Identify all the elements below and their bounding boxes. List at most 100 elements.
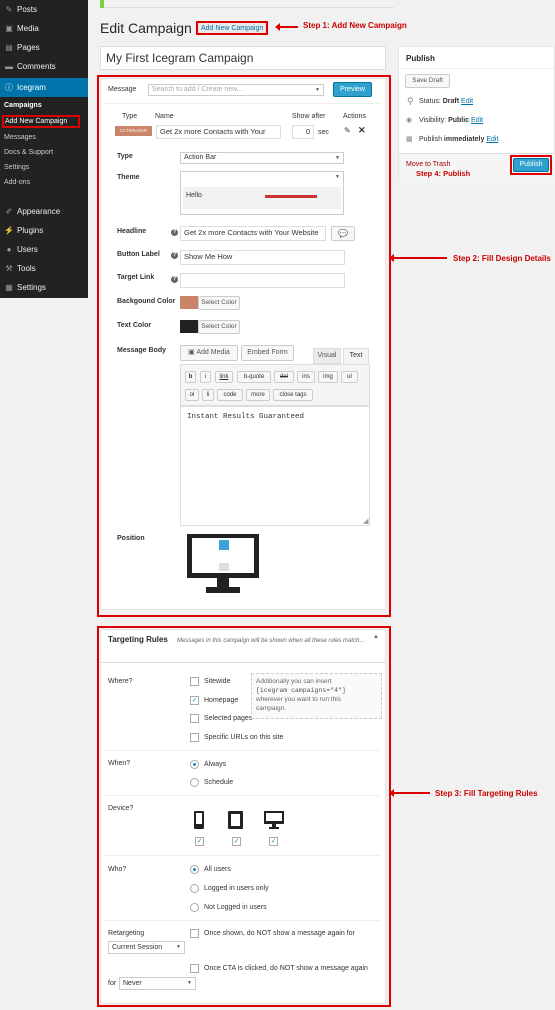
device-label: Device? [108,805,134,812]
resize-handle-icon[interactable]: ◢ [363,517,368,525]
all-users-label: All users [204,866,231,873]
qt-bold-button[interactable]: b [185,371,196,383]
all-users-radio[interactable] [190,865,199,874]
edit-visibility-link[interactable]: Edit [471,117,483,124]
sidebar-item-media[interactable]: ▣ Media [0,19,88,38]
qt-italic-button[interactable]: i [200,371,211,383]
sliders-icon: ▦ [5,283,13,292]
text-color-swatch[interactable] [180,320,198,333]
close-icon[interactable]: ✕ [358,125,366,136]
submenu-settings[interactable]: Settings [4,164,29,171]
edit-icon[interactable]: ✎ [344,126,351,135]
always-radio[interactable] [190,760,199,769]
bg-color-swatch[interactable] [180,296,198,309]
publish-button[interactable]: Publish [513,158,549,172]
schedule-radio[interactable] [190,778,199,787]
message-search-input[interactable]: Search to add / Create new... ▼ [148,84,324,96]
chevron-down-icon: ▼ [176,944,181,950]
tablet-checkbox[interactable]: ✓ [232,837,241,846]
sidebar-item-appearance[interactable]: ✐ Appearance [0,202,88,221]
position-top-center[interactable] [219,540,229,550]
sidebar-item-label: Media [17,24,39,33]
position-monitor-icon[interactable] [186,533,260,595]
qt-img-button[interactable]: img [318,371,338,383]
divider [104,103,380,104]
step3-arrow [389,789,430,797]
submenu-campaigns[interactable]: Campaigns [4,102,42,109]
type-select[interactable]: Action Bar ▼ [180,152,344,164]
bg-select-color-button[interactable]: Select Color [198,296,240,310]
sidebar-item-plugins[interactable]: ⚡ Plugins [0,221,88,240]
edit-status-link[interactable]: Edit [461,98,473,105]
qt-li-button[interactable]: li [202,389,214,401]
homepage-checkbox[interactable]: ✓ [190,696,199,705]
mobile-checkbox[interactable]: ✓ [195,837,204,846]
submenu-docs-support[interactable]: Docs & Support [4,149,53,156]
button-label-input[interactable]: Show Me How [180,250,345,265]
retarget-session-select[interactable]: Current Session ▼ [108,941,185,954]
sidebar-item-tools[interactable]: ⚒ Tools [0,259,88,278]
edit-publish-time-link[interactable]: Edit [486,136,498,143]
position-bottom-center[interactable] [219,563,229,571]
sidebar-item-label: Icegram [17,83,46,92]
campaign-title-input[interactable]: My First Icegram Campaign [100,46,386,70]
move-to-trash-link[interactable]: Move to Trash [406,161,450,168]
headline-input[interactable]: Get 2x more Contacts with Your Website [180,226,326,241]
add-new-campaign-button[interactable]: Add New Campaign [196,21,269,35]
shortcode-note: Additionally you can insert [icegram cam… [251,673,382,719]
qt-link-button[interactable]: link [215,371,233,383]
sidebar-item-pages[interactable]: ▤ Pages [0,38,88,57]
speech-bubble-icon[interactable]: 💬 [331,226,355,241]
col-show-after-header: Show after [292,113,326,120]
tablet-icon [228,811,243,829]
sidebar-item-comments[interactable]: ▬ Comments [0,57,88,76]
qt-ul-button[interactable]: ul [341,371,358,383]
headline-label: Headline [117,228,147,235]
desktop-checkbox[interactable]: ✓ [269,837,278,846]
text-select-color-button[interactable]: Select Color [198,320,240,334]
submenu-add-new-campaign[interactable]: Add New Campaign [2,115,80,128]
sidebar-item-users[interactable]: ● Users [0,240,88,259]
qt-close-tags-button[interactable]: close tags [273,389,313,401]
qt-more-button[interactable]: more [246,389,270,401]
qt-code-button[interactable]: code [217,389,243,401]
not-logged-in-radio[interactable] [190,903,199,912]
add-media-button[interactable]: ▣ Add Media [180,345,238,361]
message-name-input[interactable]: Get 2x more Contacts with Your [156,125,281,139]
sidebar-item-icegram[interactable]: ⓘ Icegram [0,78,88,97]
target-link-input[interactable] [180,273,345,288]
retarget-never-select[interactable]: Never ▼ [119,977,196,990]
col-type-header: Type [122,113,138,120]
sidebar-item-settings[interactable]: ▦ Settings [0,278,88,297]
submenu-messages[interactable]: Messages [4,134,36,141]
embed-form-button[interactable]: Embed Form [241,345,294,361]
tab-text[interactable]: Text [343,348,369,364]
logged-in-radio[interactable] [190,884,199,893]
tab-visual[interactable]: Visual [313,348,341,364]
selected-pages-checkbox[interactable] [190,714,199,723]
specific-urls-checkbox[interactable] [190,733,199,742]
theme-select[interactable]: ▼ Hello [180,171,344,215]
chevron-down-icon: ▼ [187,980,192,986]
show-after-input[interactable]: 0 [292,125,314,139]
when-label: When? [108,760,131,767]
target-link-label: Target Link [117,274,155,281]
qt-ins-button[interactable]: ins [297,371,315,383]
qt-bquote-button[interactable]: b-quote [237,371,271,383]
qt-del-button[interactable]: del [274,371,294,383]
publish-time-label: Publish immediately Edit [419,136,499,143]
preview-button[interactable]: Preview [333,82,372,97]
qt-ol-button[interactable]: ol [185,389,199,401]
sitewide-checkbox[interactable] [190,677,199,686]
users-icon: ● [6,245,12,254]
save-draft-button[interactable]: Save Draft [405,74,450,88]
help-icon: ? [171,252,178,259]
collapse-icon[interactable]: ▲ [373,634,379,640]
position-label: Position [117,535,145,542]
retarget-shown-checkbox[interactable] [190,929,199,938]
sidebar-item-posts[interactable]: ✎ Posts [0,0,88,19]
retarget-cta-checkbox[interactable] [190,964,199,973]
submenu-add-ons[interactable]: Add-ons [4,179,30,186]
message-body-textarea[interactable]: Instant Results Guaranteed [180,406,370,526]
plugin-icon: ⚡ [4,226,14,235]
